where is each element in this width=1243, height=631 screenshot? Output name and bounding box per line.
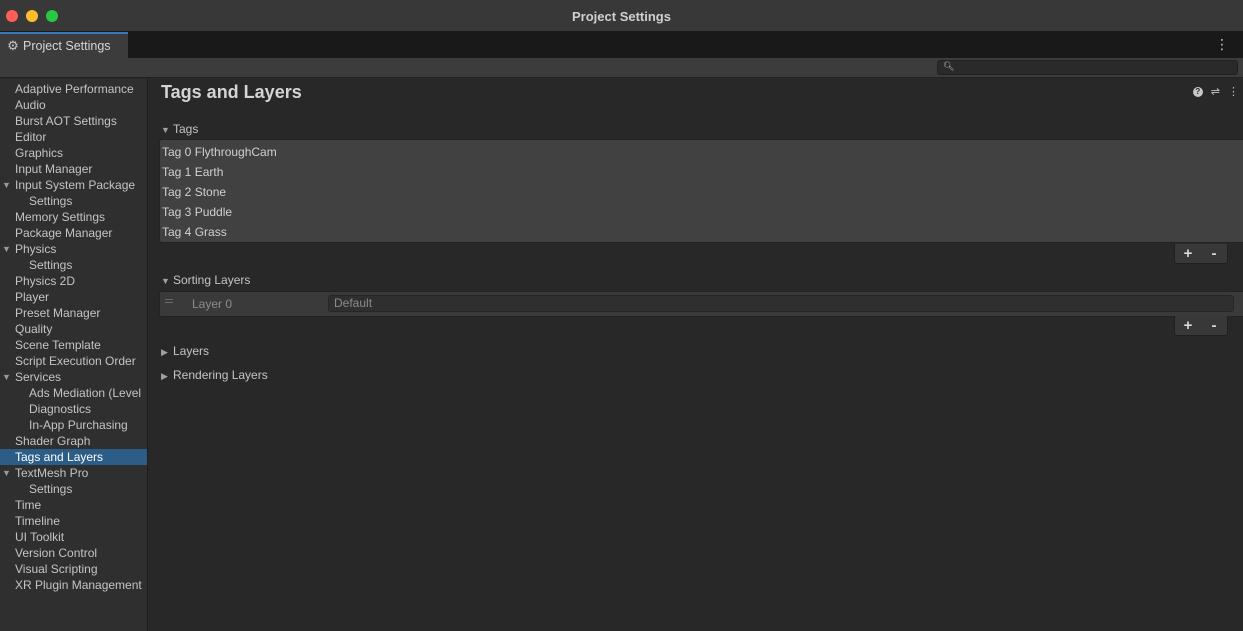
fold-open-icon[interactable]: ▼ [2, 241, 11, 257]
help-icon[interactable]: ? [1192, 87, 1203, 97]
fold-open-icon[interactable]: ▼ [2, 465, 11, 481]
sidebar-item-version-control[interactable]: Version Control [0, 545, 147, 561]
fold-open-icon: ▼ [161, 125, 170, 135]
sidebar-item-tags-and-layers[interactable]: Tags and Layers [0, 449, 147, 465]
fold-closed-icon: ▶ [161, 347, 168, 357]
project-settings-window: Project Settings ⚙ Project Settings ⋮ 🔍︎… [0, 0, 1243, 631]
list-item[interactable]: Tag 1 Earth [160, 162, 1243, 182]
sidebar-item-textmesh-pro-settings[interactable]: Settings [0, 481, 147, 497]
tags-add-remove: + - [1174, 244, 1228, 264]
sidebar-item-physics-settings[interactable]: Settings [0, 257, 147, 273]
search-input[interactable]: 🔍︎ [937, 60, 1238, 75]
remove-tag-button[interactable]: - [1204, 245, 1224, 262]
sidebar-item-diagnostics[interactable]: Diagnostics [0, 401, 147, 417]
sidebar-item-ads-mediation[interactable]: Ads Mediation (Level [0, 385, 147, 401]
sidebar-item-editor[interactable]: Editor [0, 129, 147, 145]
sidebar-item-time[interactable]: Time [0, 497, 147, 513]
search-row: 🔍︎ [0, 58, 1243, 78]
tags-list: Tag 0 FlythroughCam Tag 1 Earth Tag 2 St… [159, 139, 1243, 243]
sorting-layers-add-remove: + - [1174, 316, 1228, 336]
window-title: Project Settings [572, 9, 671, 24]
list-item[interactable]: Tag 2 Stone [160, 182, 1243, 202]
fold-open-icon: ▼ [161, 276, 170, 286]
tab-bar: ⚙ Project Settings ⋮ [0, 32, 1243, 58]
sidebar-item-scene-template[interactable]: Scene Template [0, 337, 147, 353]
search-icon: 🔍︎ [943, 61, 955, 71]
add-sorting-layer-button[interactable]: + [1178, 317, 1198, 334]
main-panel: Tags and Layers ? ⇌ ⋮ ▼ Tags Tag 0 Flythr… [149, 79, 1243, 631]
sidebar-item-script-execution-order[interactable]: Script Execution Order [0, 353, 147, 369]
drag-handle-icon[interactable] [165, 299, 173, 303]
page-title: Tags and Layers [161, 82, 302, 102]
sidebar-item-xr-plugin-management[interactable]: XR Plugin Management [0, 577, 147, 593]
sidebar-item-physics-2d[interactable]: Physics 2D [0, 273, 147, 289]
layers-foldout[interactable]: ▶ Layers [161, 343, 209, 359]
sidebar: Adaptive Performance Audio Burst AOT Set… [0, 79, 148, 631]
header-icons: ? ⇌ ⋮ [1192, 85, 1239, 98]
sidebar-item-audio[interactable]: Audio [0, 97, 147, 113]
sorting-layer-row: Layer 0 Default [159, 291, 1243, 317]
gear-icon: ⚙ [7, 38, 19, 53]
sorting-layer-name: Layer 0 [192, 297, 233, 311]
list-item[interactable]: Tag 4 Grass [160, 222, 1243, 242]
sidebar-item-graphics[interactable]: Graphics [0, 145, 147, 161]
fold-closed-icon: ▶ [161, 371, 168, 381]
sidebar-item-physics[interactable]: ▼ Physics [0, 241, 147, 257]
preset-icon[interactable]: ⇌ [1211, 85, 1220, 98]
sidebar-item-input-system-package[interactable]: ▼ Input System Package [0, 177, 147, 193]
tab-label: Project Settings [23, 39, 111, 53]
fold-open-icon[interactable]: ▼ [2, 369, 11, 385]
sidebar-item-in-app-purchasing[interactable]: In-App Purchasing [0, 417, 147, 433]
sidebar-item-textmesh-pro[interactable]: ▼ TextMesh Pro [0, 465, 147, 481]
sorting-layers-foldout[interactable]: ▼ Sorting Layers [161, 272, 250, 288]
remove-sorting-layer-button[interactable]: - [1204, 317, 1224, 334]
sidebar-item-input-manager[interactable]: Input Manager [0, 161, 147, 177]
sidebar-item-ui-toolkit[interactable]: UI Toolkit [0, 529, 147, 545]
more-options-icon[interactable]: ⋮ [1228, 85, 1239, 98]
sidebar-item-timeline[interactable]: Timeline [0, 513, 147, 529]
list-item[interactable]: Tag 3 Puddle [160, 202, 1243, 222]
tab-project-settings[interactable]: ⚙ Project Settings [0, 32, 128, 58]
more-menu-icon[interactable]: ⋮ [1215, 37, 1229, 51]
sidebar-item-shader-graph[interactable]: Shader Graph [0, 433, 147, 449]
tags-foldout[interactable]: ▼ Tags [161, 121, 198, 137]
fold-open-icon[interactable]: ▼ [2, 177, 11, 193]
sidebar-item-visual-scripting[interactable]: Visual Scripting [0, 561, 147, 577]
sidebar-item-package-manager[interactable]: Package Manager [0, 225, 147, 241]
sidebar-item-player[interactable]: Player [0, 289, 147, 305]
sidebar-item-burst-aot-settings[interactable]: Burst AOT Settings [0, 113, 147, 129]
add-tag-button[interactable]: + [1178, 245, 1198, 262]
list-item[interactable]: Tag 0 FlythroughCam [160, 142, 1243, 162]
rendering-layers-foldout[interactable]: ▶ Rendering Layers [161, 367, 268, 383]
sorting-layer-field[interactable]: Default [328, 295, 1234, 312]
sidebar-item-adaptive-performance[interactable]: Adaptive Performance [0, 81, 147, 97]
sidebar-item-quality[interactable]: Quality [0, 321, 147, 337]
title-bar: Project Settings [0, 0, 1243, 32]
sidebar-item-input-system-settings[interactable]: Settings [0, 193, 147, 209]
sidebar-item-services[interactable]: ▼ Services [0, 369, 147, 385]
sidebar-item-memory-settings[interactable]: Memory Settings [0, 209, 147, 225]
sidebar-item-preset-manager[interactable]: Preset Manager [0, 305, 147, 321]
